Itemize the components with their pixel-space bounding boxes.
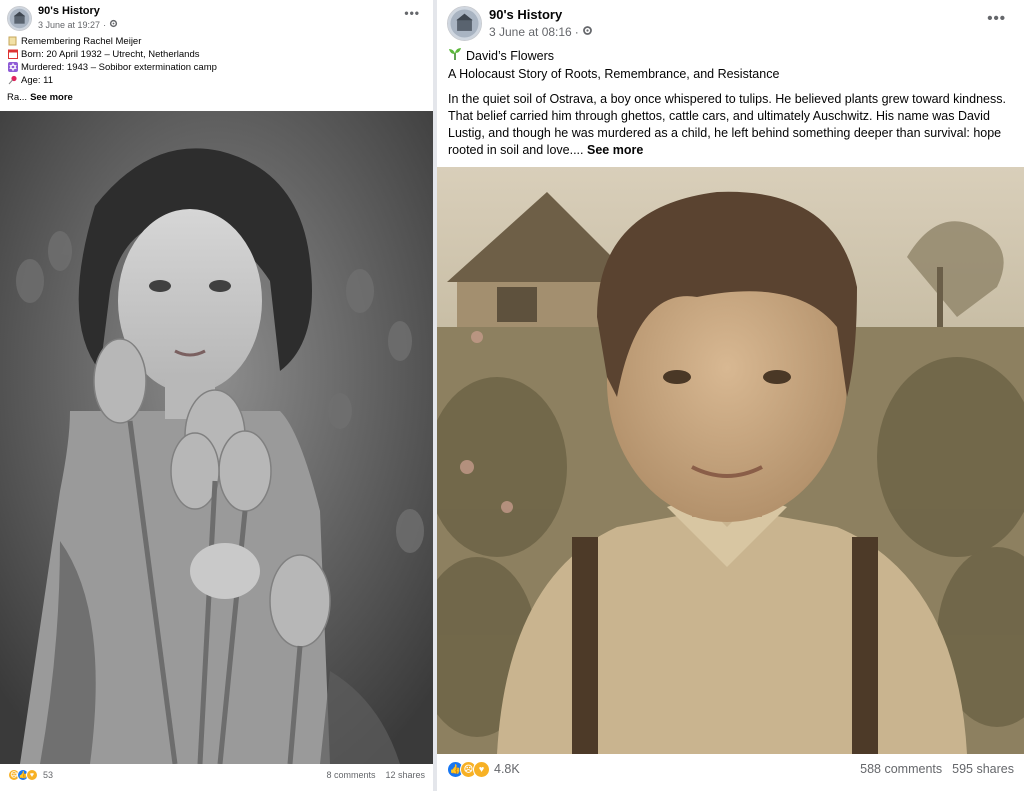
- post-photo[interactable]: [437, 167, 1024, 754]
- calendar-icon: [7, 49, 18, 60]
- page-avatar[interactable]: [7, 6, 32, 31]
- page-name[interactable]: 90's History: [38, 5, 100, 17]
- post-card-david: 90's History 3 June at 08:16 · ••• David…: [437, 0, 1024, 791]
- post-footer: ☹ 👍 ♥ 53 8 comments 12 shares: [0, 767, 433, 783]
- star-of-david-icon: [7, 62, 18, 73]
- comments-count[interactable]: 8 comments: [326, 770, 375, 780]
- book-icon: [7, 36, 18, 47]
- post-timestamp[interactable]: 3 June at 08:16: [489, 25, 572, 39]
- seedling-icon: [448, 47, 462, 66]
- shares-count[interactable]: 595 shares: [952, 762, 1014, 776]
- post-timestamp[interactable]: 3 June at 19:27: [38, 20, 100, 30]
- page-avatar[interactable]: [447, 6, 482, 41]
- text-line: Murdered: 1943 – Sobibor extermination c…: [7, 61, 427, 74]
- text-line: Age: 11: [7, 74, 427, 87]
- see-more-link[interactable]: See more: [587, 143, 643, 157]
- pushpin-icon: [7, 75, 18, 86]
- see-more-link[interactable]: See more: [30, 91, 73, 104]
- post-photo[interactable]: [0, 111, 433, 764]
- text-line: Born: 20 April 1932 – Utrecht, Netherlan…: [7, 48, 427, 61]
- page-name[interactable]: 90's History: [489, 7, 562, 22]
- post-text: Remembering Rachel Meijer Born: 20 April…: [7, 35, 427, 104]
- post-footer: 👍 ☹ ♥ 4.8K 588 comments 595 shares: [437, 759, 1024, 779]
- post-text: David’s Flowers A Holocaust Story of Roo…: [448, 47, 1013, 159]
- text-line: Remembering Rachel Meijer: [7, 35, 427, 48]
- post-title: David’s Flowers: [448, 47, 1013, 66]
- truncated-text: Ra... See more: [7, 91, 73, 104]
- reaction-count[interactable]: 53: [43, 770, 53, 780]
- more-options-icon[interactable]: •••: [987, 10, 1006, 27]
- post-card-rachel: 90's History 3 June at 19:27 · ••• Remem…: [0, 0, 433, 791]
- settings-gear-icon: [109, 19, 118, 30]
- care-reaction-icon: ♥: [473, 760, 490, 778]
- comments-count[interactable]: 588 comments: [860, 762, 942, 776]
- post-meta: 3 June at 19:27 ·: [38, 19, 118, 30]
- reactions[interactable]: ☹ 👍 ♥: [8, 769, 38, 781]
- shares-count[interactable]: 12 shares: [385, 770, 425, 780]
- post-paragraph: In the quiet soil of Ostrava, a boy once…: [448, 92, 1006, 157]
- reactions[interactable]: 👍 ☹ ♥: [447, 760, 490, 778]
- settings-gear-icon: [582, 25, 593, 39]
- reaction-count[interactable]: 4.8K: [494, 762, 520, 776]
- post-meta: 3 June at 08:16 ·: [489, 25, 593, 39]
- post-subtitle: A Holocaust Story of Roots, Remembrance,…: [448, 67, 780, 81]
- care-reaction-icon: ♥: [26, 769, 38, 781]
- more-options-icon[interactable]: •••: [404, 6, 420, 20]
